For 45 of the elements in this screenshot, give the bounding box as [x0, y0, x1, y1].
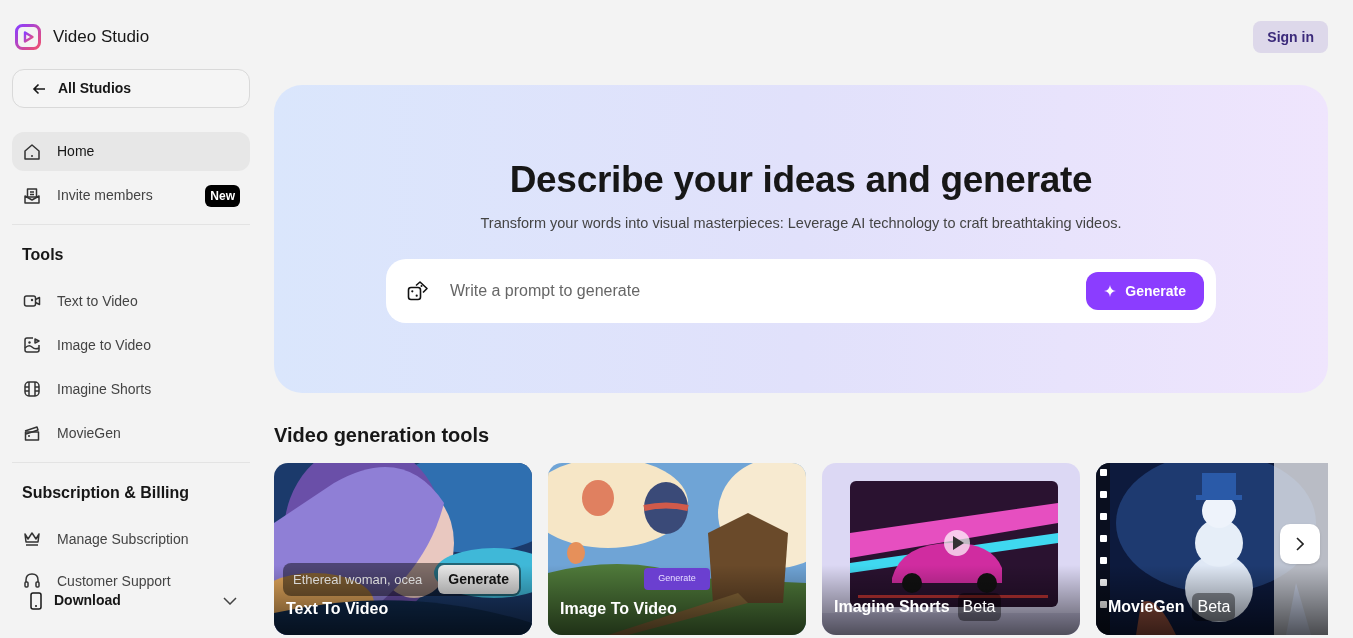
- back-arrow-icon: [32, 82, 46, 95]
- sidebar-item[interactable]: Text to Video: [12, 279, 250, 323]
- tool-card[interactable]: Generate Image To Video: [548, 463, 806, 635]
- next-button[interactable]: [1280, 524, 1320, 564]
- new-badge: New: [205, 184, 240, 207]
- envelope-icon: [23, 186, 41, 205]
- chevron-down-icon: [223, 596, 237, 605]
- sidebar-item[interactable]: Customer Support: [12, 561, 250, 591]
- sidebar-item[interactable]: Imagine Shorts: [12, 367, 250, 411]
- generate-button: Generate: [644, 568, 710, 590]
- prompt-text: Ethereal woman, ocea: [293, 570, 424, 589]
- generate-button[interactable]: Generate: [1086, 272, 1204, 310]
- hero-subtitle: Transform your words into visual masterpieces: Leverage AI technology to craft breathtaking videos.: [480, 214, 1122, 234]
- sparkle-icon: [1104, 285, 1117, 297]
- section-heading: Tools: [21, 245, 65, 265]
- sidebar-item[interactable]: Manage Subscription: [12, 517, 250, 561]
- chevron-right-icon: [1296, 537, 1304, 551]
- sidebar-item[interactable]: MovieGen: [12, 411, 250, 455]
- crown-icon: [23, 530, 41, 548]
- download-button[interactable]: Download: [30, 590, 237, 611]
- card-title: Image To Video: [560, 599, 677, 619]
- dice-icon[interactable]: [406, 279, 430, 303]
- nav-item[interactable]: Invite members New: [12, 176, 250, 215]
- film-icon: [23, 380, 41, 398]
- video-camera-icon: [23, 292, 41, 310]
- sidebar-item[interactable]: Image to Video: [12, 323, 250, 367]
- tool-card[interactable]: MovieGen Beta: [1096, 463, 1328, 635]
- all-studios-button[interactable]: All Studios: [12, 69, 250, 108]
- logo-icon: [15, 23, 41, 50]
- hero-title: Describe your ideas and generate: [509, 158, 1093, 202]
- home-icon: [23, 142, 41, 161]
- beta-badge: Beta: [957, 593, 1001, 621]
- prompt-field[interactable]: Write a prompt to generate Generate: [386, 259, 1216, 323]
- card-title: MovieGen: [1108, 597, 1185, 617]
- section-title: Video generation tools: [274, 423, 491, 448]
- image-icon: [23, 336, 41, 354]
- section-heading: Subscription & Billing: [21, 483, 191, 503]
- nav-item[interactable]: Home: [12, 132, 250, 171]
- clapperboard-icon: [23, 424, 41, 442]
- phone-icon: [30, 591, 42, 610]
- app-name: Video Studio: [53, 25, 150, 48]
- sign-in-button[interactable]: Sign in: [1253, 21, 1328, 53]
- beta-badge: Beta: [1192, 593, 1236, 621]
- generate-button: Generate: [438, 565, 519, 594]
- headset-icon: [23, 572, 41, 590]
